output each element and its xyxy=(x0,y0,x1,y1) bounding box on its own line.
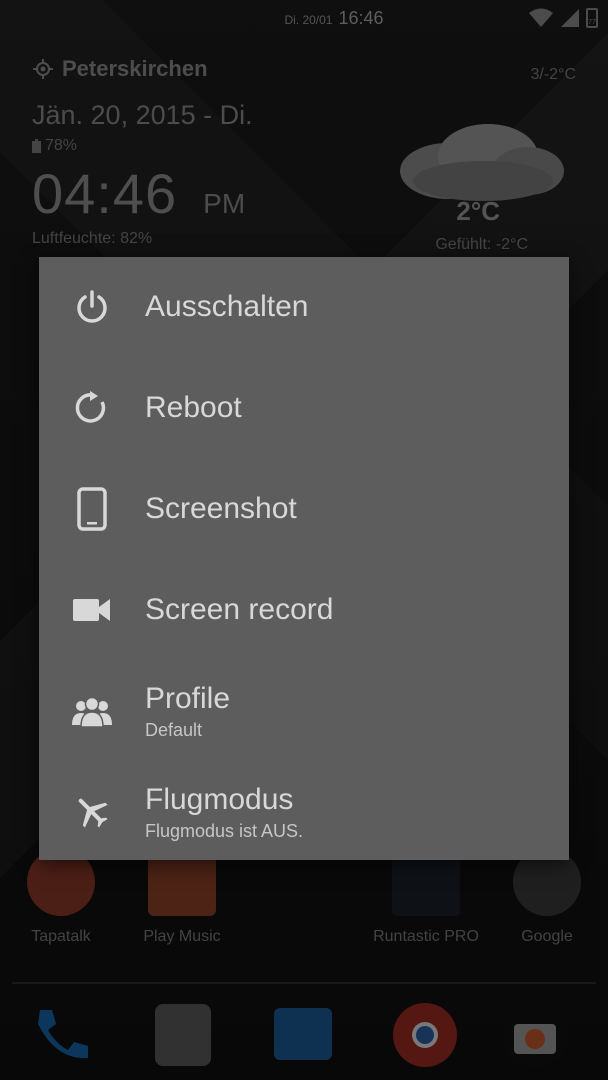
video-camera-icon xyxy=(73,599,110,621)
menu-label: Screen record xyxy=(145,593,334,626)
menu-item-reboot[interactable]: Reboot xyxy=(39,358,569,458)
menu-label: Screenshot xyxy=(145,492,297,525)
phone-icon xyxy=(77,487,107,531)
menu-item-screen-record[interactable]: Screen record xyxy=(39,560,569,660)
menu-item-profile[interactable]: Profile Default xyxy=(39,661,569,761)
menu-item-airplane-mode[interactable]: Flugmodus Flugmodus ist AUS. xyxy=(39,762,569,862)
menu-label: Profile xyxy=(145,681,231,715)
people-icon xyxy=(72,696,112,727)
menu-label: Flugmodus xyxy=(145,782,294,816)
power-menu-dialog: Ausschalten Reboot Screenshot Screen rec… xyxy=(39,257,569,860)
menu-label: Ausschalten xyxy=(145,290,309,323)
airplane-icon xyxy=(78,798,108,828)
power-icon xyxy=(77,290,107,323)
menu-label: Reboot xyxy=(145,391,242,424)
menu-item-power-off[interactable]: Ausschalten xyxy=(39,257,569,357)
reboot-icon xyxy=(75,391,106,423)
menu-sublabel: Default xyxy=(145,719,203,740)
menu-item-screenshot[interactable]: Screenshot xyxy=(39,459,569,559)
menu-sublabel: Flugmodus ist AUS. xyxy=(145,820,304,841)
